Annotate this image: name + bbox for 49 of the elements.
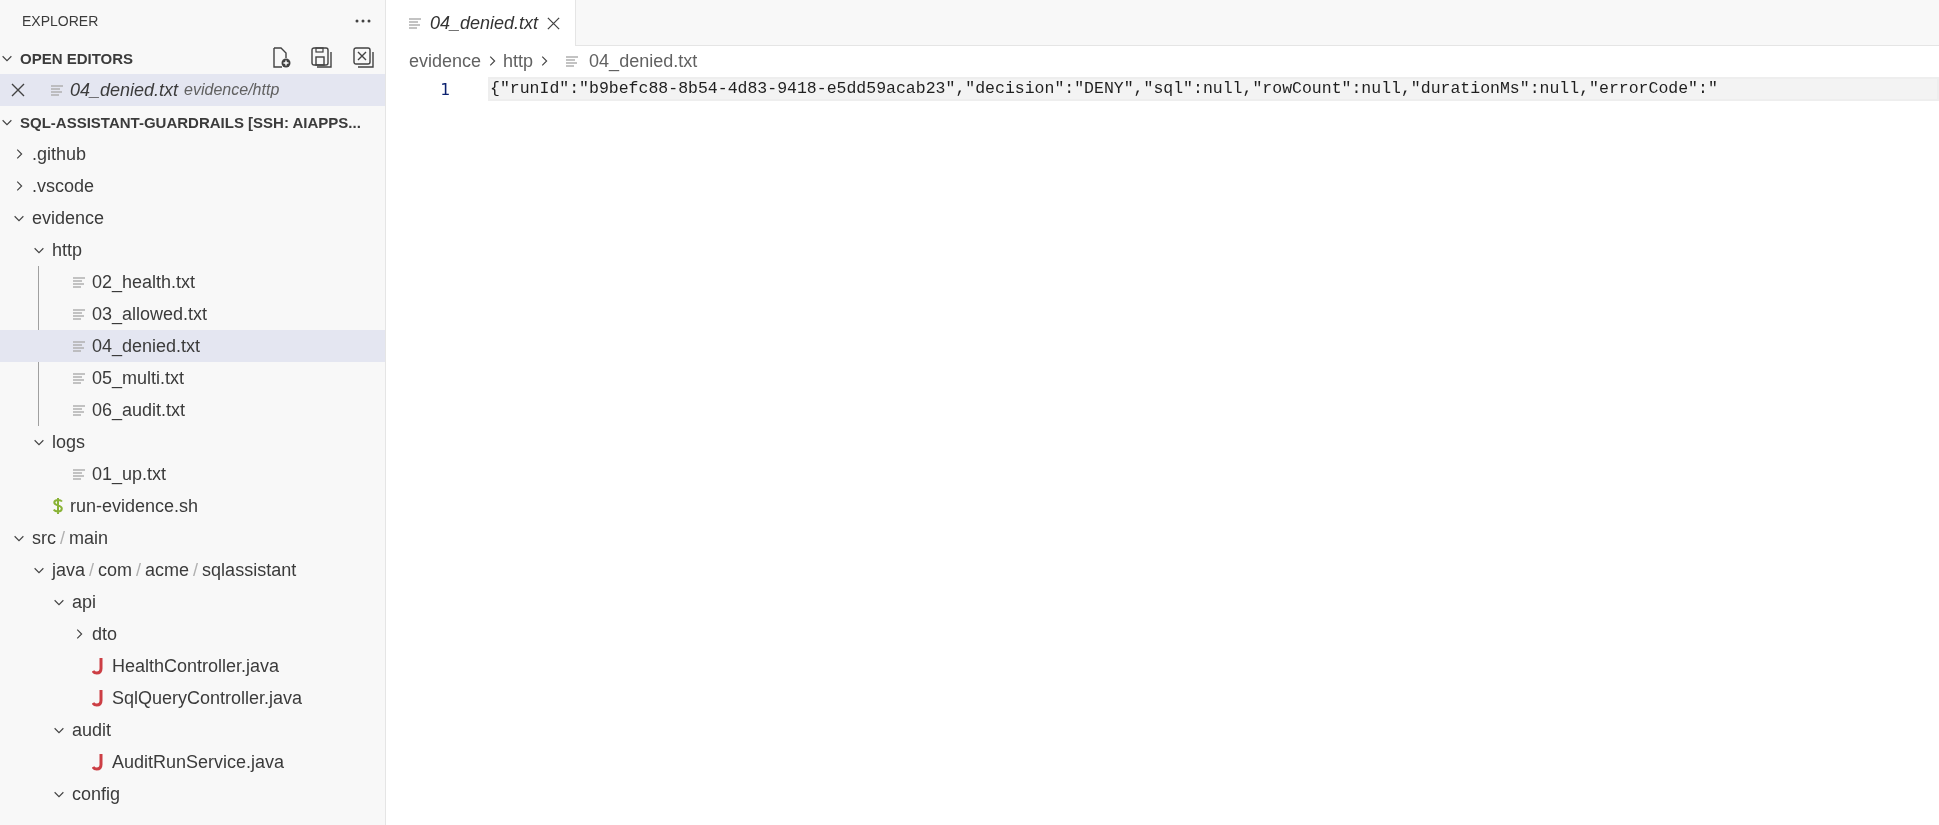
- line-number: 1: [439, 79, 450, 99]
- text-file-icon: [408, 16, 422, 30]
- file-item[interactable]: 01_up.txt: [0, 458, 385, 490]
- file-item[interactable]: AuditRunService.java: [0, 746, 385, 778]
- text-file-icon: [72, 467, 86, 481]
- file-item[interactable]: 02_health.txt: [0, 266, 385, 298]
- folder-item[interactable]: logs: [0, 426, 385, 458]
- text-file-icon: [50, 83, 64, 97]
- breadcrumb[interactable]: http: [503, 50, 534, 72]
- close-all-icon[interactable]: [353, 47, 375, 69]
- dollar-icon: [52, 497, 64, 515]
- text-file-icon: [72, 307, 86, 321]
- folder-item[interactable]: audit: [0, 714, 385, 746]
- new-file-icon[interactable]: [271, 47, 291, 69]
- more-icon[interactable]: [355, 19, 371, 23]
- text-file-icon: [72, 339, 86, 353]
- file-item[interactable]: 04_denied.txt: [0, 330, 385, 362]
- folder-item[interactable]: http: [0, 234, 385, 266]
- file-item[interactable]: run-evidence.sh: [0, 490, 385, 522]
- folder-item[interactable]: config: [0, 778, 385, 810]
- breadcrumb[interactable]: evidence: [409, 50, 482, 72]
- close-icon[interactable]: [546, 15, 562, 31]
- text-file-icon: [72, 275, 86, 289]
- java-icon: [92, 657, 106, 675]
- file-item[interactable]: 06_audit.txt: [0, 394, 385, 426]
- file-item[interactable]: HealthController.java: [0, 650, 385, 682]
- java-icon: [92, 689, 106, 707]
- folder-item[interactable]: api: [0, 586, 385, 618]
- java-icon: [92, 753, 106, 771]
- open-editor-item[interactable]: 04_denied.txt evidence/http: [0, 74, 385, 106]
- folder-item[interactable]: src / main: [0, 522, 385, 554]
- folder-item[interactable]: .github: [0, 138, 385, 170]
- folder-item[interactable]: evidence: [0, 202, 385, 234]
- folder-item[interactable]: dto: [0, 618, 385, 650]
- file-item[interactable]: SqlQueryController.java: [0, 682, 385, 714]
- breadcrumb[interactable]: 04_denied.txt: [589, 50, 698, 72]
- file-item[interactable]: 03_allowed.txt: [0, 298, 385, 330]
- save-all-icon[interactable]: [311, 47, 333, 69]
- text-file-icon: [72, 403, 86, 417]
- text-file-icon: [565, 54, 580, 68]
- editor-tab[interactable]: 04_denied.txt: [386, 0, 577, 46]
- folder-item[interactable]: .vscode: [0, 170, 385, 202]
- close-icon[interactable]: [10, 82, 26, 98]
- section-header[interactable]: OPEN EDITORS: [0, 42, 385, 74]
- text-file-icon: [72, 371, 86, 385]
- section-header[interactable]: SQL-ASSISTANT-GUARDRAILS [SSH: AIAPPS...: [0, 106, 385, 138]
- file-item[interactable]: 05_multi.txt: [0, 362, 385, 394]
- sidebar-title: EXPLORER: [22, 13, 99, 29]
- folder-item[interactable]: java / com / acme / sqlassistant: [0, 554, 385, 586]
